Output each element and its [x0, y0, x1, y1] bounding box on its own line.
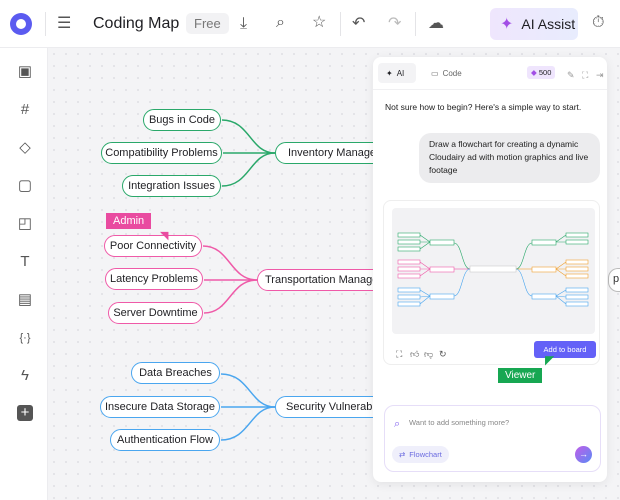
- tab-code[interactable]: ▭ Code: [423, 63, 470, 83]
- prompt-input[interactable]: ⌕ Want to add something more? ⇄ Flowchart…: [384, 405, 601, 472]
- mindmap-node[interactable]: Compatibility Problems: [101, 142, 222, 164]
- tab-ai[interactable]: ✦ AI: [378, 63, 416, 83]
- ai-search-icon: ⌕: [394, 418, 401, 430]
- mindmap-node[interactable]: Integration Issues: [122, 175, 221, 197]
- mindmap-node[interactable]: Poor Connectivity: [104, 235, 202, 257]
- add-to-board-button[interactable]: Add to board: [534, 341, 596, 358]
- viewer-cursor-label: Viewer: [498, 368, 543, 383]
- collapse-panel-icon[interactable]: ⇥: [596, 67, 604, 83]
- credits-value: 500: [538, 68, 552, 77]
- mindmap-node[interactable]: Bugs in Code: [143, 109, 221, 131]
- thumbs-up-icon[interactable]: 👍︎: [410, 346, 419, 362]
- ai-icon: ✦: [386, 68, 393, 78]
- intro-message: Not sure how to begin? Here's a simple w…: [385, 102, 582, 112]
- cursor-icon: ◥: [160, 230, 169, 242]
- tab-ai-label: AI: [396, 68, 405, 78]
- cursor-icon: ◤: [545, 353, 555, 367]
- result-card: ⛶ 👍︎ 👎︎ ↻ Add to board: [383, 200, 600, 365]
- mode-chip-label: Flowchart: [409, 450, 442, 459]
- gem-icon: ◆: [531, 68, 537, 77]
- flowchart-mode-chip[interactable]: ⇄ Flowchart: [392, 446, 449, 463]
- fullscreen-icon[interactable]: ⛶: [396, 346, 402, 362]
- pink-connectors: [202, 245, 258, 314]
- green-connectors: [221, 119, 276, 187]
- mindmap-node[interactable]: Insecure Data Storage: [100, 396, 220, 418]
- regenerate-icon[interactable]: ↻: [439, 346, 447, 362]
- swap-icon: ⇄: [399, 450, 406, 459]
- code-icon: ▭: [431, 68, 439, 78]
- mindmap-node[interactable]: Data Breaches: [131, 362, 220, 384]
- blue-connectors: [220, 373, 276, 441]
- expand-icon[interactable]: ⛶: [582, 67, 588, 83]
- offscreen-node[interactable]: p: [608, 268, 620, 292]
- user-prompt-bubble: Draw a flowchart for creating a dynamic …: [419, 133, 600, 183]
- edit-icon[interactable]: ✎: [567, 67, 575, 83]
- mindmap-node[interactable]: Latency Problems: [105, 268, 203, 290]
- credits-badge: ◆ 500: [527, 66, 556, 79]
- divider: [373, 89, 607, 90]
- tab-code-label: Code: [442, 68, 462, 78]
- admin-cursor-label: Admin: [106, 213, 152, 229]
- prompt-placeholder: Want to add something more?: [409, 418, 510, 427]
- preview-thumbnail: [397, 232, 589, 307]
- mindmap-node[interactable]: Authentication Flow: [110, 429, 220, 451]
- send-button[interactable]: →: [575, 446, 592, 463]
- flowchart-preview[interactable]: [392, 208, 595, 334]
- mindmap-node[interactable]: Server Downtime: [108, 302, 203, 324]
- ai-panel: ✦ AI ▭ Code ◆ 500 ✎ ⛶ ⇥ Not sure how to be…: [373, 57, 607, 482]
- thumbs-down-icon[interactable]: 👎︎: [424, 346, 433, 362]
